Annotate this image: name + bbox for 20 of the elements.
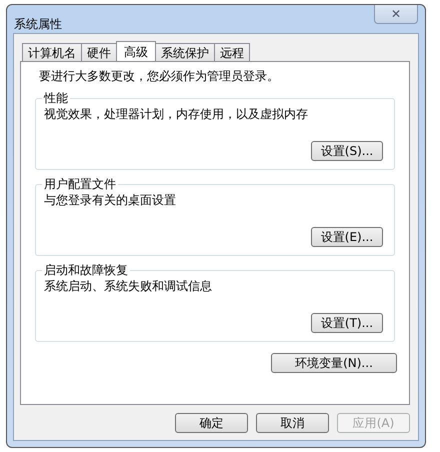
group-title: 用户配置文件 — [42, 176, 118, 192]
window-title: 系统属性 — [14, 16, 62, 33]
environment-variables-button[interactable]: 环境变量(N)... — [271, 353, 397, 373]
close-button[interactable]: ✕ — [374, 5, 418, 24]
group-description: 系统启动、系统失败和调试信息 — [44, 278, 213, 295]
dialog-button[interactable]: 取消 — [256, 413, 329, 433]
group-title: 启动和故障恢复 — [42, 262, 130, 278]
settings-button[interactable]: 设置(S)... — [311, 141, 383, 161]
group-description: 与您登录有关的桌面设置 — [44, 192, 177, 209]
group-title: 性能 — [42, 90, 70, 106]
dialog-button[interactable]: 确定 — [175, 413, 248, 433]
settings-button[interactable]: 设置(E)... — [311, 227, 383, 247]
admin-notice: 要进行大多数更改，您必须作为管理员登录。 — [39, 68, 280, 85]
tab[interactable]: 硬件 — [81, 43, 117, 61]
tab[interactable]: 远程 — [214, 43, 250, 61]
tab[interactable]: 计算机名 — [22, 43, 82, 61]
settings-button[interactable]: 设置(T)... — [311, 313, 383, 333]
group-description: 视觉效果，处理器计划，内存使用，以及虚拟内存 — [44, 106, 309, 123]
tab[interactable]: 系统保护 — [155, 43, 215, 61]
tab[interactable]: 高级 — [116, 41, 156, 61]
